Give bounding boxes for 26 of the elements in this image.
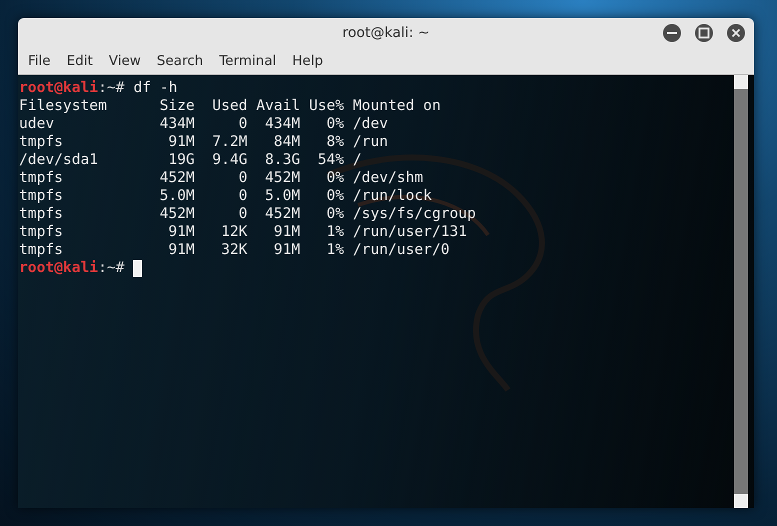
output-line: udev 434M 0 434M 0% /dev (19, 115, 390, 133)
prompt-path: :~# (98, 79, 124, 97)
prompt-user-host: root@kali (19, 259, 98, 277)
minimize-icon[interactable] (662, 23, 682, 43)
output-line: Filesystem Size Used Avail Use% Mounted on (19, 97, 442, 115)
prompt-path: :~# (98, 259, 124, 277)
maximize-icon[interactable] (694, 23, 714, 43)
output-line: tmpfs 91M 7.2M 84M 8% /run (19, 133, 390, 151)
text-cursor (133, 260, 142, 276)
output-line: tmpfs 5.0M 0 5.0M 0% /run/lock (19, 187, 433, 205)
menu-item[interactable]: Terminal (211, 53, 284, 69)
prompt-user-host: root@kali (19, 79, 98, 97)
output-line: tmpfs 452M 0 452M 0% /dev/shm (19, 169, 424, 187)
window-title: root@kali: ~ (342, 25, 430, 41)
output-line: /dev/sda1 19G 9.4G 8.3G 54% / (19, 151, 363, 169)
output-line: tmpfs 452M 0 452M 0% /sys/fs/cgroup (19, 205, 477, 223)
menu-item[interactable]: View (100, 53, 149, 69)
menu-item[interactable]: Edit (58, 53, 101, 69)
menu-item[interactable]: File (20, 53, 59, 69)
close-icon[interactable] (726, 23, 746, 43)
output-line: tmpfs 91M 32K 91M 1% /run/user/0 (19, 241, 451, 259)
output-line: tmpfs 91M 12K 91M 1% /run/user/131 (19, 223, 468, 241)
menu-item[interactable]: Help (284, 53, 332, 69)
menu-item[interactable]: Search (148, 53, 212, 69)
command-text: df -h (133, 79, 178, 97)
terminal-area[interactable] (18, 75, 754, 508)
